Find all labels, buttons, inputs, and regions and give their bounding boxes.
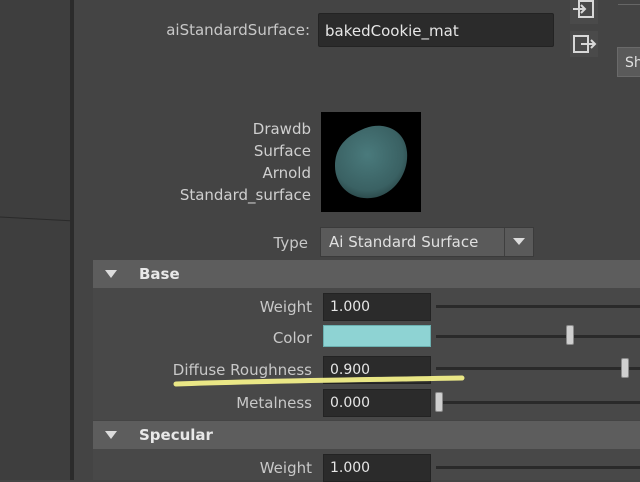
specular-weight-field[interactable]: 1.000 [323, 454, 431, 482]
metalness-slider[interactable] [436, 401, 640, 404]
section-title: Base [139, 265, 180, 283]
node-type-info: Drawdb Surface Arnold Standard_surface [150, 120, 311, 216]
base-weight-slider[interactable] [436, 305, 640, 308]
material-type-label: aiStandardSurface: [166, 21, 310, 39]
section-header-specular[interactable]: Specular [93, 421, 640, 449]
node-type-line: Standard_surface [179, 186, 311, 204]
show-button[interactable]: Sh [617, 47, 640, 77]
metalness-field[interactable]: 0.000 [323, 389, 431, 417]
material-name-field[interactable]: bakedCookie_mat [318, 13, 554, 47]
base-color-slider-handle[interactable] [566, 325, 574, 345]
specular-weight-slider[interactable] [436, 466, 640, 469]
node-type-line: Drawdb [252, 120, 311, 138]
specular-weight-label: Weight [259, 459, 312, 477]
output-connection-icon [573, 35, 597, 53]
diffuse-roughness-slider-handle[interactable] [621, 358, 629, 378]
dropdown-arrow-button[interactable] [504, 228, 533, 256]
focus-input-button[interactable] [570, 0, 598, 24]
metalness-label: Metalness [236, 394, 312, 412]
base-color-slider[interactable] [436, 335, 640, 338]
section-title: Specular [139, 426, 213, 444]
collapse-triangle-icon [105, 431, 117, 439]
node-type-line: Arnold [262, 164, 311, 182]
input-connection-icon [573, 0, 594, 18]
base-weight-label: Weight [259, 298, 312, 316]
section-header-base[interactable]: Base [93, 260, 640, 288]
metalness-slider-handle[interactable] [435, 392, 443, 412]
focus-output-button[interactable] [570, 31, 598, 57]
viewport-grid-line [0, 216, 70, 222]
node-type-line: Surface [253, 142, 311, 160]
type-label: Type [273, 234, 308, 252]
base-color-label: Color [272, 329, 312, 347]
type-dropdown[interactable]: Ai Standard Surface [320, 227, 534, 257]
header-divider [618, 4, 640, 5]
collapse-triangle-icon [105, 270, 117, 278]
type-dropdown-value: Ai Standard Surface [329, 233, 479, 251]
viewport-panel[interactable] [0, 0, 70, 480]
material-sphere-icon [335, 125, 408, 199]
diffuse-roughness-slider[interactable] [436, 367, 640, 370]
base-weight-field[interactable]: 1.000 [323, 293, 431, 321]
highlight-stroke [173, 375, 465, 387]
base-color-swatch[interactable] [323, 325, 431, 347]
chevron-down-icon [513, 238, 525, 245]
material-swatch-preview[interactable] [321, 112, 421, 212]
